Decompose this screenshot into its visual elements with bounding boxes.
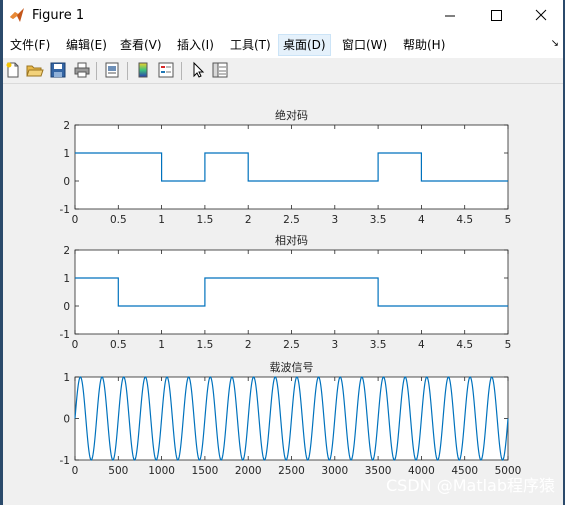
x-tick-label: 0.5 (110, 339, 127, 351)
y-tick-label: -1 (60, 204, 70, 216)
property-inspector-icon[interactable] (211, 61, 229, 79)
y-tick-label: -1 (60, 329, 70, 341)
menu-bar: 文件(F) 编辑(E) 查看(V) 插入(I) 工具(T) 桌面(D) 窗口(W… (0, 32, 565, 58)
x-tick-label: 4.5 (456, 339, 473, 351)
y-tick-label: -1 (60, 455, 70, 467)
watermark: CSDN @Matlab程序猿 (386, 476, 555, 495)
x-tick-label: 1 (158, 214, 165, 226)
x-tick-label: 2.5 (283, 339, 300, 351)
close-icon (535, 9, 547, 21)
plot-area: 绝对码0 0.5 1 1.5 2 2.5 3 3.5 4 4.5 5-1012 相对码0 0.5 1 1.… (60, 108, 522, 477)
x-tick-label: 0 (72, 465, 79, 477)
toolbar-separator (127, 62, 128, 80)
toolbar-separator (96, 62, 97, 80)
toolbar (0, 58, 565, 84)
x-tick-label: 2 (245, 339, 252, 351)
x-tick-label: 3 (331, 339, 338, 351)
minimize-icon (445, 15, 455, 17)
new-figure-icon[interactable] (4, 61, 22, 79)
x-tick-label: 3 (331, 214, 338, 226)
y-tick-label: 1 (63, 148, 70, 160)
toolbar-separator (181, 62, 182, 80)
close-button[interactable] (519, 0, 565, 32)
x-tick-label: 4.5 (456, 214, 473, 226)
axes-title: 载波信号 (270, 361, 314, 374)
axes-title: 绝对码 (275, 108, 308, 122)
x-tick-label: 2500 (278, 465, 305, 477)
menu-edit[interactable]: 编辑(E) (62, 34, 111, 56)
y-tick-label: 2 (63, 245, 70, 257)
x-tick-label: 5 (505, 339, 512, 351)
menu-insert[interactable]: 插入(I) (173, 34, 218, 56)
maximize-button[interactable] (473, 0, 519, 32)
menu-help[interactable]: 帮助(H) (399, 34, 449, 56)
axes-absolute-code[interactable]: 绝对码0 0.5 1 1.5 2 2.5 3 3.5 4 4.5 5-1012 (60, 108, 512, 226)
axes-relative-code[interactable]: 相对码0 0.5 1 1.5 2 2.5 3 3.5 4 4.5 5-1012 (60, 233, 512, 351)
y-tick-label: 0 (63, 301, 70, 313)
x-tick-label: 1.5 (197, 214, 214, 226)
save-icon[interactable] (49, 61, 67, 79)
axes-box (74, 124, 509, 210)
x-tick-label: 1500 (192, 465, 219, 477)
maximize-icon (491, 10, 502, 21)
x-tick-label: 1000 (148, 465, 175, 477)
title-bar: Figure 1 (0, 0, 565, 32)
axes-carrier-signal[interactable]: 载波信号0 500 1000 1500 2000 2500 3000 3500 4000 4500… (60, 361, 522, 477)
print-preview-icon[interactable] (103, 61, 121, 79)
x-tick-label: 4 (418, 339, 425, 351)
x-tick-label: 4 (418, 214, 425, 226)
x-tick-label: 3.5 (370, 214, 387, 226)
x-tick-label: 5 (505, 214, 512, 226)
matlab-logo-icon (10, 8, 24, 22)
x-tick-label: 3000 (321, 465, 348, 477)
colorbar-icon[interactable] (134, 61, 152, 79)
menu-tools[interactable]: 工具(T) (226, 34, 275, 56)
y-tick-label: 0 (63, 176, 70, 188)
x-tick-label: 0 (72, 214, 79, 226)
axes-box (74, 249, 509, 335)
window-title: Figure 1 (32, 8, 85, 23)
x-tick-label: 0 (72, 339, 79, 351)
window-edge-left (0, 0, 3, 505)
x-tick-label: 1 (158, 339, 165, 351)
x-tick-label: 2.5 (283, 214, 300, 226)
x-tick-label: 3.5 (370, 339, 387, 351)
x-tick-label: 2000 (235, 465, 262, 477)
figure-canvas: 绝对码 0 0.5 1 1.5 2 2.5 3 3.5 4 4.5 5 -1 0 1 2 相对码 0 0.5 1 1.… (0, 84, 565, 505)
y-tick-label: 1 (63, 372, 70, 384)
y-tick-label: 0 (63, 414, 70, 426)
y-tick-label: 1 (63, 273, 70, 285)
open-file-icon[interactable] (26, 61, 44, 79)
x-tick-label: 1.5 (197, 339, 214, 351)
x-tick-label: 2 (245, 214, 252, 226)
menu-view[interactable]: 查看(V) (116, 34, 166, 56)
menu-overflow-icon[interactable]: ↘ (551, 38, 559, 49)
print-icon[interactable] (73, 61, 91, 79)
edit-plot-pointer-icon[interactable] (189, 61, 207, 79)
menu-window[interactable]: 窗口(W) (338, 34, 391, 56)
minimize-button[interactable] (427, 0, 473, 32)
axes-title: 相对码 (275, 233, 308, 247)
menu-file[interactable]: 文件(F) (6, 34, 54, 56)
x-tick-label: 0.5 (110, 214, 127, 226)
x-tick-label: 500 (108, 465, 128, 477)
legend-icon[interactable] (157, 61, 175, 79)
menu-desktop[interactable]: 桌面(D) (278, 34, 331, 56)
y-tick-label: 2 (63, 120, 70, 132)
